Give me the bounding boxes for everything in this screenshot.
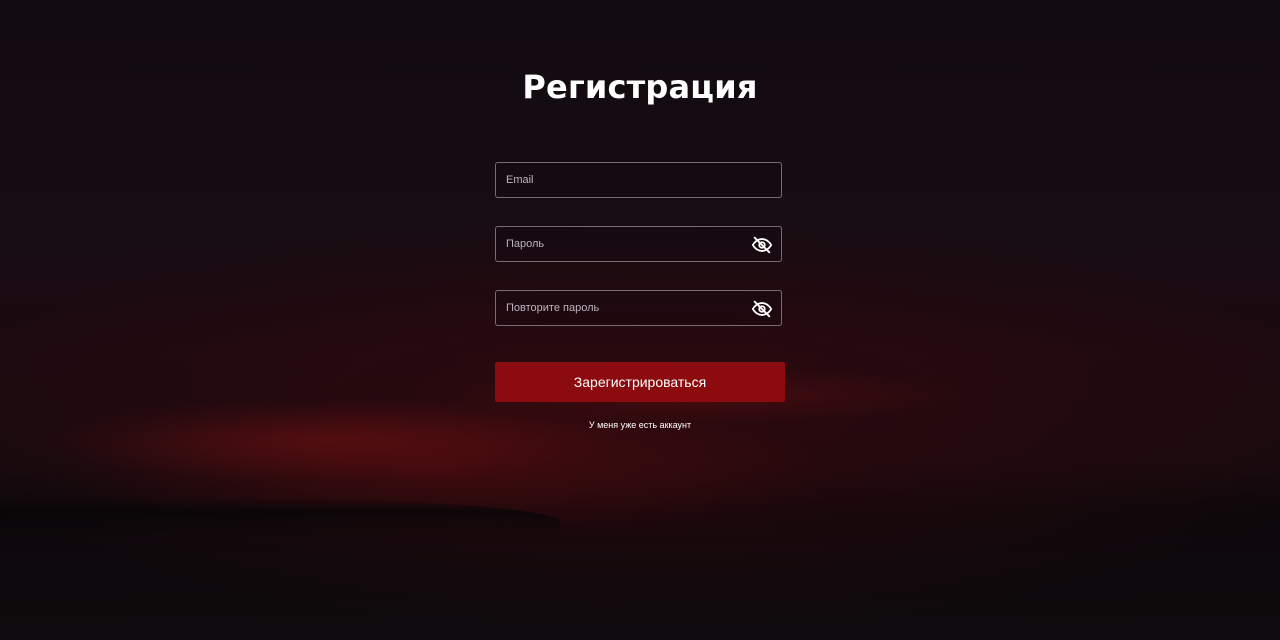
repeat-password-field-container (495, 290, 782, 326)
email-input[interactable] (496, 163, 781, 197)
eye-off-icon[interactable] (751, 298, 773, 320)
password-input[interactable] (496, 227, 781, 261)
password-field-container (495, 226, 782, 262)
register-button[interactable]: Зарегистрироваться (495, 362, 785, 402)
page-title: Регистрация (522, 68, 758, 106)
repeat-password-input[interactable] (496, 291, 781, 325)
login-link[interactable]: У меня уже есть аккаунт (0, 420, 1280, 430)
email-field-container (495, 162, 782, 198)
eye-off-icon[interactable] (751, 234, 773, 256)
